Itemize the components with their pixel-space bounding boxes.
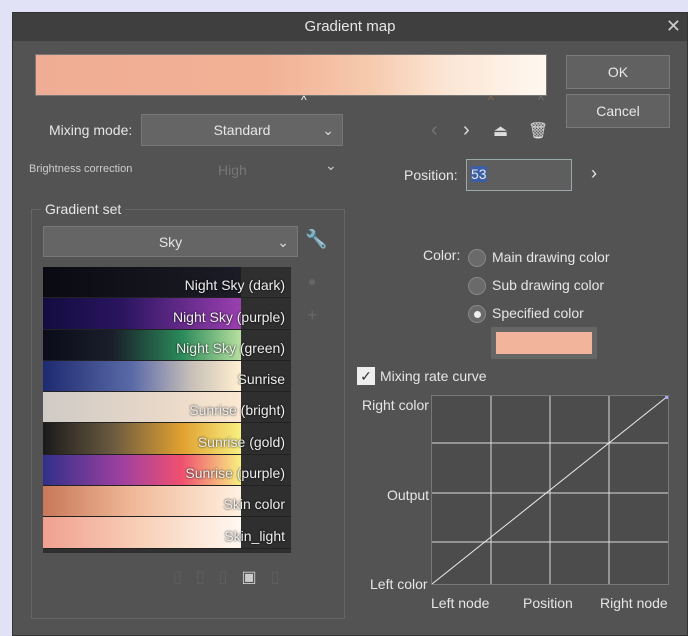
radio-main-color[interactable]: Main drawing color — [468, 243, 610, 271]
position-label: Position: — [404, 167, 458, 183]
gradient-list-item[interactable]: Night Sky (green) — [43, 329, 291, 361]
mixing-rate-label: Mixing rate curve — [380, 368, 487, 384]
duplicate-icon[interactable]: ▯ — [219, 569, 242, 586]
chevron-down-icon[interactable]: ⌄ — [325, 157, 337, 174]
pin-icon[interactable]: ● — [308, 273, 316, 289]
gradient-list-item[interactable]: Night Sky (dark) — [43, 267, 291, 299]
left-node-label: Left node — [431, 595, 490, 611]
chevron-down-icon: ⌄ — [322, 122, 334, 138]
gradient-swatch — [43, 360, 241, 392]
add-gradient-icon[interactable]: ▣ — [241, 569, 270, 586]
mixing-rate-graph[interactable] — [431, 395, 669, 585]
right-color-label: Right color — [362, 397, 429, 413]
gradient-swatch — [43, 517, 241, 548]
gradient-item-label: Skin color — [223, 496, 285, 513]
mixing-mode-value: Standard — [213, 122, 271, 138]
wrench-icon[interactable]: 🔧 — [305, 229, 327, 250]
radio-icon — [468, 277, 486, 296]
position-arrow-icon[interactable]: › — [591, 163, 597, 184]
left-color-label: Left color — [370, 576, 428, 592]
mixing-mode-label: Mixing mode: — [49, 122, 133, 138]
radio-specified-color[interactable]: Specified color — [468, 299, 610, 327]
position-input[interactable]: 53 — [466, 159, 572, 191]
copy-icon[interactable]: ▯ — [196, 569, 219, 586]
gradient-map-dialog: Gradient map ✕ ^ ^ ^ OK Cancel Mixing mo… — [12, 12, 688, 636]
gradient-list-item[interactable]: Sunrise — [43, 360, 291, 393]
gradient-list-item[interactable]: Sunrise (bright) — [43, 392, 291, 424]
brightness-label: Brightness correction — [29, 163, 133, 175]
radio-label: Specified color — [492, 305, 584, 321]
gradient-item-label: Sunrise (gold) — [197, 433, 285, 450]
mixing-rate-checkbox[interactable]: ✓ — [357, 367, 375, 385]
gradient-list-item[interactable]: Skin_light — [43, 517, 291, 549]
gradient-item-label: Sunrise — [237, 371, 285, 388]
list-toolbar: ▯▯▯▣▯ — [173, 567, 293, 587]
gradient-item-label: Night Sky (green) — [176, 339, 285, 356]
gradient-list-item[interactable]: Sunrise (gold) — [43, 423, 291, 455]
chevron-down-icon: ⌄ — [277, 234, 289, 250]
color-swatch — [496, 332, 592, 354]
node-marker-icon[interactable]: ^ — [488, 93, 494, 107]
delete-icon[interactable]: ▯ — [271, 569, 294, 586]
ok-button[interactable]: OK — [566, 55, 670, 89]
previous-node-icon[interactable]: ‹ — [431, 119, 438, 142]
flip-icon[interactable]: ⏏ — [493, 121, 508, 141]
dialog-title: Gradient map — [13, 13, 687, 41]
color-label: Color: — [423, 247, 461, 263]
next-node-icon[interactable]: › — [463, 119, 470, 142]
gradient-list[interactable]: Night Sky (dark) Night Sky (purple) Night … — [43, 267, 291, 553]
gradient-set-label: Gradient set — [41, 201, 126, 217]
gradient-list-item[interactable]: Sunrise (purple) — [43, 454, 291, 487]
color-radio-group: Main drawing color Sub drawing color Spe… — [468, 243, 610, 327]
gradient-preview-bar[interactable] — [35, 54, 547, 96]
gradient-item-label: Night Sky (dark) — [184, 277, 285, 294]
node-marker-icon[interactable]: ^ — [538, 93, 544, 107]
gradient-item-label: Night Sky (purple) — [172, 308, 285, 325]
gradient-item-label: Sunrise (bright) — [189, 402, 285, 419]
position-axis-label: Position — [523, 595, 573, 611]
radio-sub-color[interactable]: Sub drawing color — [468, 271, 610, 299]
gradient-item-label: Skin_light — [224, 527, 285, 544]
gradient-set-value: Sky — [158, 234, 183, 250]
gradient-list-item[interactable]: Night Sky (purple) — [43, 298, 291, 330]
radio-icon — [468, 249, 486, 268]
color-swatch-button[interactable] — [491, 327, 597, 359]
radio-label: Sub drawing color — [492, 277, 605, 293]
node-marker-icon[interactable]: ^ — [301, 93, 307, 107]
trash-icon[interactable]: 🗑 — [528, 121, 548, 141]
radio-selected-icon — [468, 305, 486, 324]
gradient-list-item[interactable]: Skin color — [43, 486, 291, 518]
position-value: 53 — [471, 166, 487, 182]
curve-svg — [431, 395, 669, 585]
right-node-label: Right node — [600, 595, 668, 611]
mixing-mode-select[interactable]: Standard ⌄ — [141, 114, 343, 146]
close-icon[interactable]: ✕ — [666, 13, 681, 39]
gradient-set-select[interactable]: Sky ⌄ — [43, 226, 298, 257]
brightness-value[interactable]: High — [218, 162, 247, 178]
new-file-icon[interactable]: ▯ — [173, 569, 196, 586]
radio-label: Main drawing color — [492, 249, 610, 265]
gradient-swatch — [43, 486, 241, 517]
add-icon[interactable]: + — [307, 305, 318, 326]
cancel-button[interactable]: Cancel — [566, 94, 670, 128]
gradient-item-label: Sunrise (purple) — [185, 465, 285, 482]
output-label: Output — [387, 487, 430, 503]
